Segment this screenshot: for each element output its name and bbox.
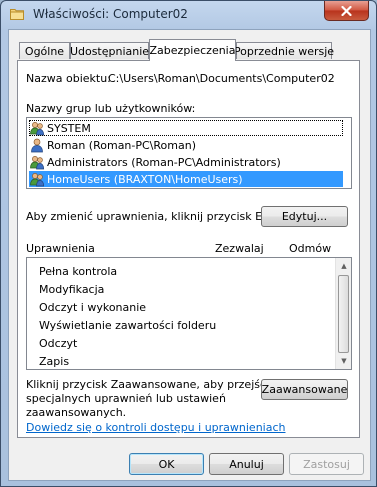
advanced-hint-line2: specjalnych uprawnień lub ustawień (26, 392, 226, 405)
tab-sharing[interactable]: Udostępnianie (70, 42, 149, 59)
permission-row: Pełna kontrola (39, 265, 118, 278)
folder-icon (10, 9, 24, 20)
title-bar[interactable]: Właściwości: Computer02 (1, 1, 376, 29)
permissions-header: Uprawnienia (26, 242, 95, 255)
dialog-client-area: Ogólne Udostępnianie Zabezpieczenia Popr… (8, 29, 371, 481)
scroll-down-arrow-icon[interactable]: ▼ (336, 353, 351, 369)
deny-header: Odmów (289, 242, 332, 255)
tab-security[interactable]: Zabezpieczenia (149, 39, 236, 61)
close-button[interactable] (324, 1, 369, 21)
ok-button[interactable]: OK (129, 453, 204, 475)
cancel-button[interactable]: Anuluj (209, 453, 284, 475)
scroll-up-arrow-icon[interactable]: ▲ (336, 258, 351, 274)
properties-window: Właściwości: Computer02 Ogólne Udostępni… (0, 0, 377, 487)
close-icon (341, 5, 352, 16)
principal-item-roman[interactable]: Roman (Roman-PC\Roman) (29, 137, 196, 153)
principal-name: SYSTEM (47, 121, 91, 135)
edit-button[interactable]: Edytuj... (261, 206, 348, 227)
group-icon (30, 173, 45, 187)
advanced-button[interactable]: Zaawansowane (261, 379, 348, 400)
permission-row: Odczyt (39, 337, 78, 350)
principal-item-system[interactable]: SYSTEM (29, 120, 343, 136)
apply-button[interactable]: Zastosuj (289, 453, 364, 475)
tab-general[interactable]: Ogólne (19, 42, 70, 59)
principals-list[interactable]: SYSTEM Roman (Roman-PC\Roman) Administra… (26, 117, 352, 189)
permission-row: Zapis (39, 355, 70, 368)
principal-item-administrators[interactable]: Administrators (Roman-PC\Administrators) (29, 154, 281, 170)
permission-row: Modyfikacja (39, 283, 105, 296)
security-tab-panel: Nazwa obiektu: C:\Users\Roman\Documents\… (17, 60, 360, 438)
tab-previous-versions[interactable]: Poprzednie wersje (234, 42, 334, 59)
object-name-label: Nazwa obiektu: (26, 72, 111, 85)
principal-item-homeusers[interactable]: HomeUsers (BRAXTON\HomeUsers) (29, 171, 343, 187)
allow-header: Zezwalaj (215, 242, 264, 255)
change-permissions-hint: Aby zmienić uprawnienia, kliknij przycis… (26, 210, 294, 223)
object-name-value: C:\Users\Roman\Documents\Computer02 (108, 72, 335, 85)
permission-row: Wyświetlanie zawartości folderu (39, 319, 217, 332)
advanced-hint-line1: Kliknij przycisk Zaawansowane, aby przej… (26, 378, 284, 391)
groups-label: Nazwy grup lub użytkowników: (26, 102, 196, 115)
group-icon (30, 156, 45, 170)
principal-name: Roman (Roman-PC\Roman) (47, 138, 196, 152)
permissions-list[interactable]: Pełna kontrola Modyfikacja Odczyt i wyko… (26, 257, 352, 370)
principal-name: HomeUsers (BRAXTON\HomeUsers) (47, 172, 243, 186)
principal-name: Administrators (Roman-PC\Administrators) (47, 155, 281, 169)
group-icon (30, 122, 45, 136)
access-control-help-link[interactable]: Dowiedz się o kontroli dostępu i uprawni… (26, 421, 286, 434)
permissions-scrollbar[interactable]: ▲ ▼ (335, 258, 351, 369)
scrollbar-thumb[interactable] (338, 275, 349, 353)
window-title: Właściwości: Computer02 (33, 7, 188, 21)
advanced-hint-line3: zaawansowanych. (26, 406, 127, 419)
user-icon (31, 138, 43, 153)
permission-row: Odczyt i wykonanie (39, 301, 147, 314)
